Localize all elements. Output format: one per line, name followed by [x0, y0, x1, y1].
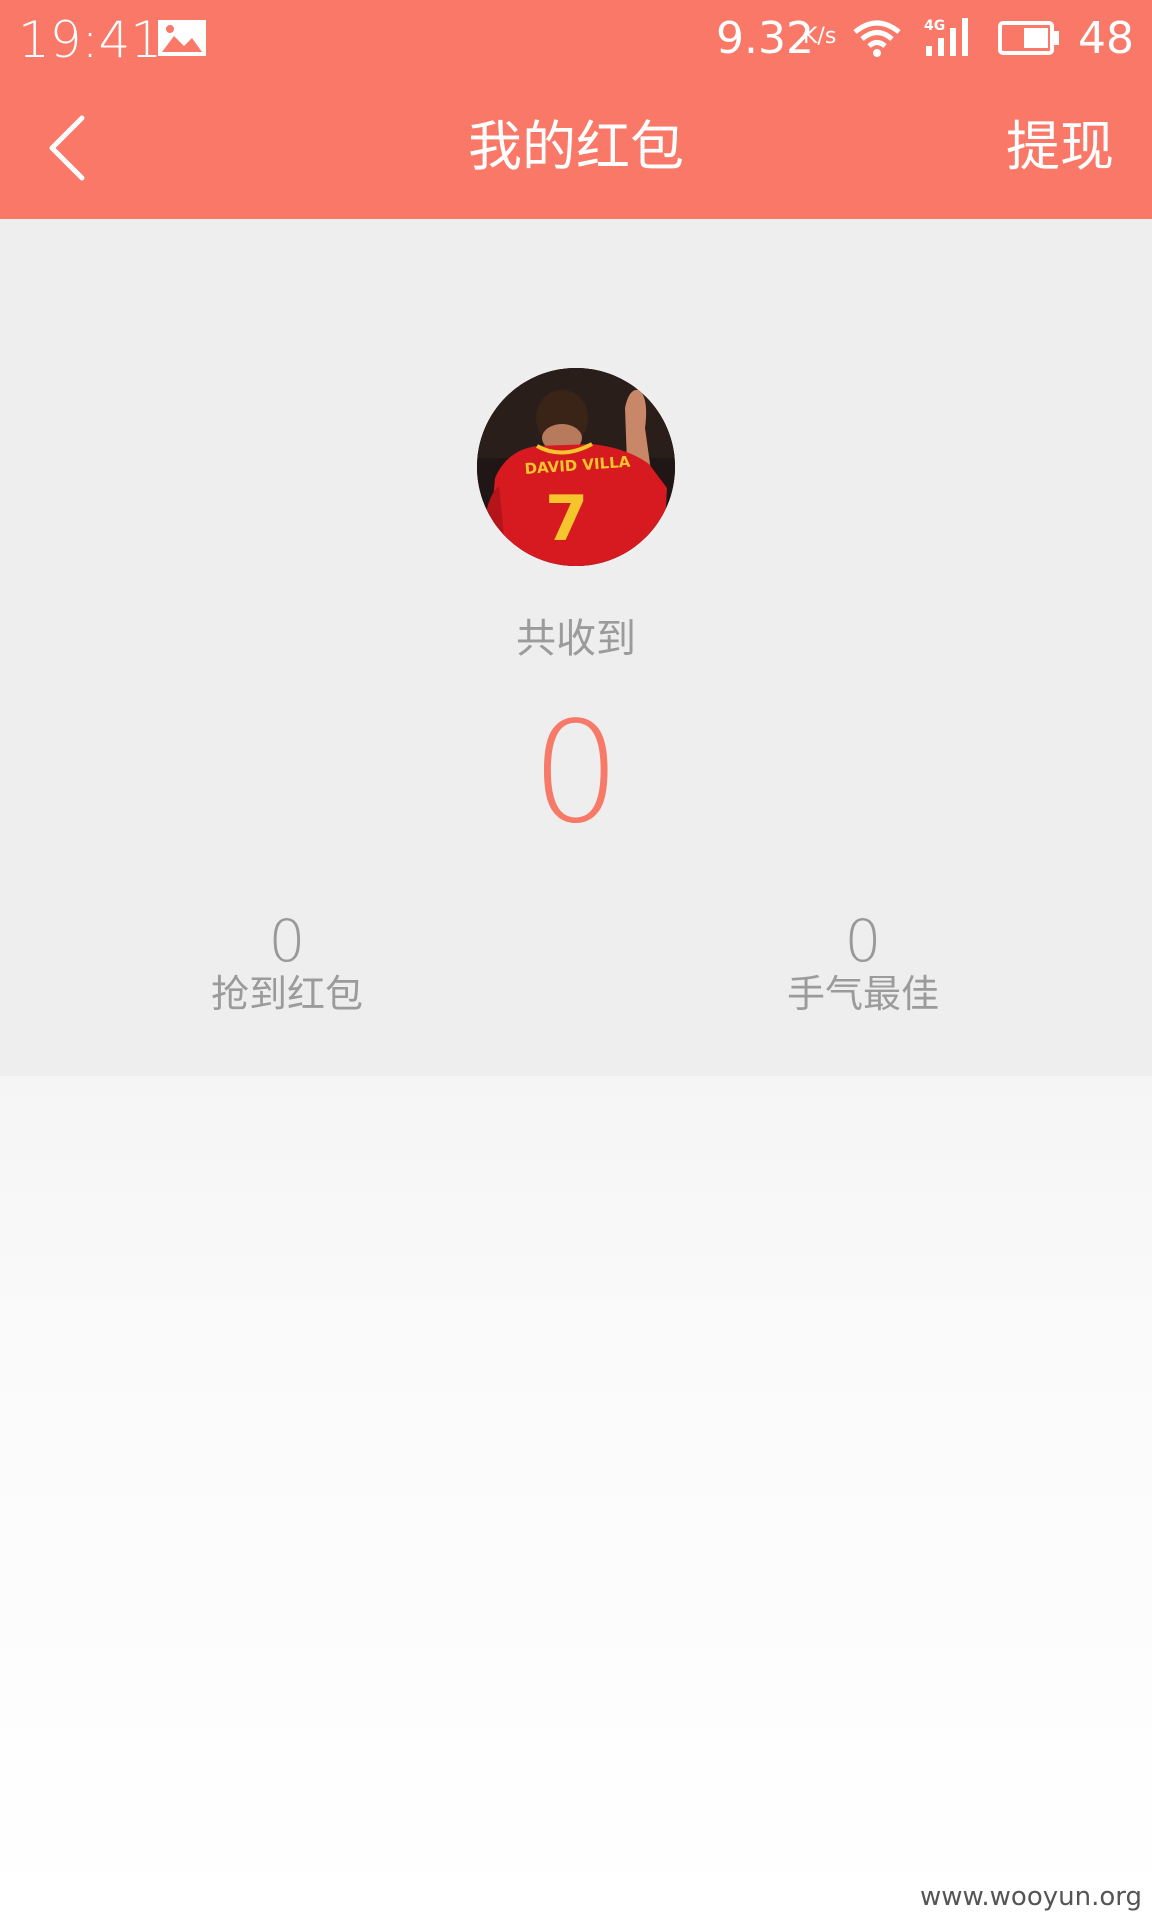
status-time: 19:41 — [18, 11, 163, 69]
total-received-value: 0 — [531, 692, 621, 855]
image-icon — [158, 20, 206, 56]
top-bar: 19:41 9.32 K/s 4G 48 我的红包 提现 — [0, 0, 1152, 219]
total-received-label: 共收到 — [516, 616, 636, 662]
signal-4g-icon: 4G — [924, 18, 968, 56]
navbar: 我的红包 提现 — [0, 78, 1152, 219]
stat-value: 0 — [268, 907, 306, 975]
wifi-icon — [853, 20, 901, 57]
stat-best-luck: 0 手气最佳 — [713, 909, 1013, 1019]
stat-label: 手气最佳 — [786, 972, 939, 1016]
network-speed-unit: K/s — [803, 24, 837, 49]
avatar[interactable]: DAVID VILLA 7 — [477, 368, 675, 566]
watermark: www.wooyun.org — [919, 1882, 1142, 1912]
summary-panel: DAVID VILLA 7 共收到 0 0 抢到红包 0 手气最佳 — [0, 219, 1152, 1076]
withdraw-button[interactable]: 提现 — [1006, 112, 1114, 182]
stat-red-packets-grabbed: 0 抢到红包 — [137, 909, 437, 1019]
battery-level: 48 — [1078, 13, 1134, 64]
network-type-label: 4G — [924, 18, 945, 34]
jersey-number: 7 — [545, 482, 588, 555]
page-title: 我的红包 — [468, 115, 684, 178]
battery-icon — [998, 21, 1059, 55]
network-speed: 9.32 — [716, 13, 814, 64]
stat-value: 0 — [844, 907, 882, 975]
stat-label: 抢到红包 — [210, 972, 363, 1016]
avatar-image: DAVID VILLA 7 — [477, 368, 675, 566]
records-list-area — [0, 1076, 1152, 1920]
status-bar: 19:41 9.32 K/s 4G 48 — [0, 0, 1152, 78]
